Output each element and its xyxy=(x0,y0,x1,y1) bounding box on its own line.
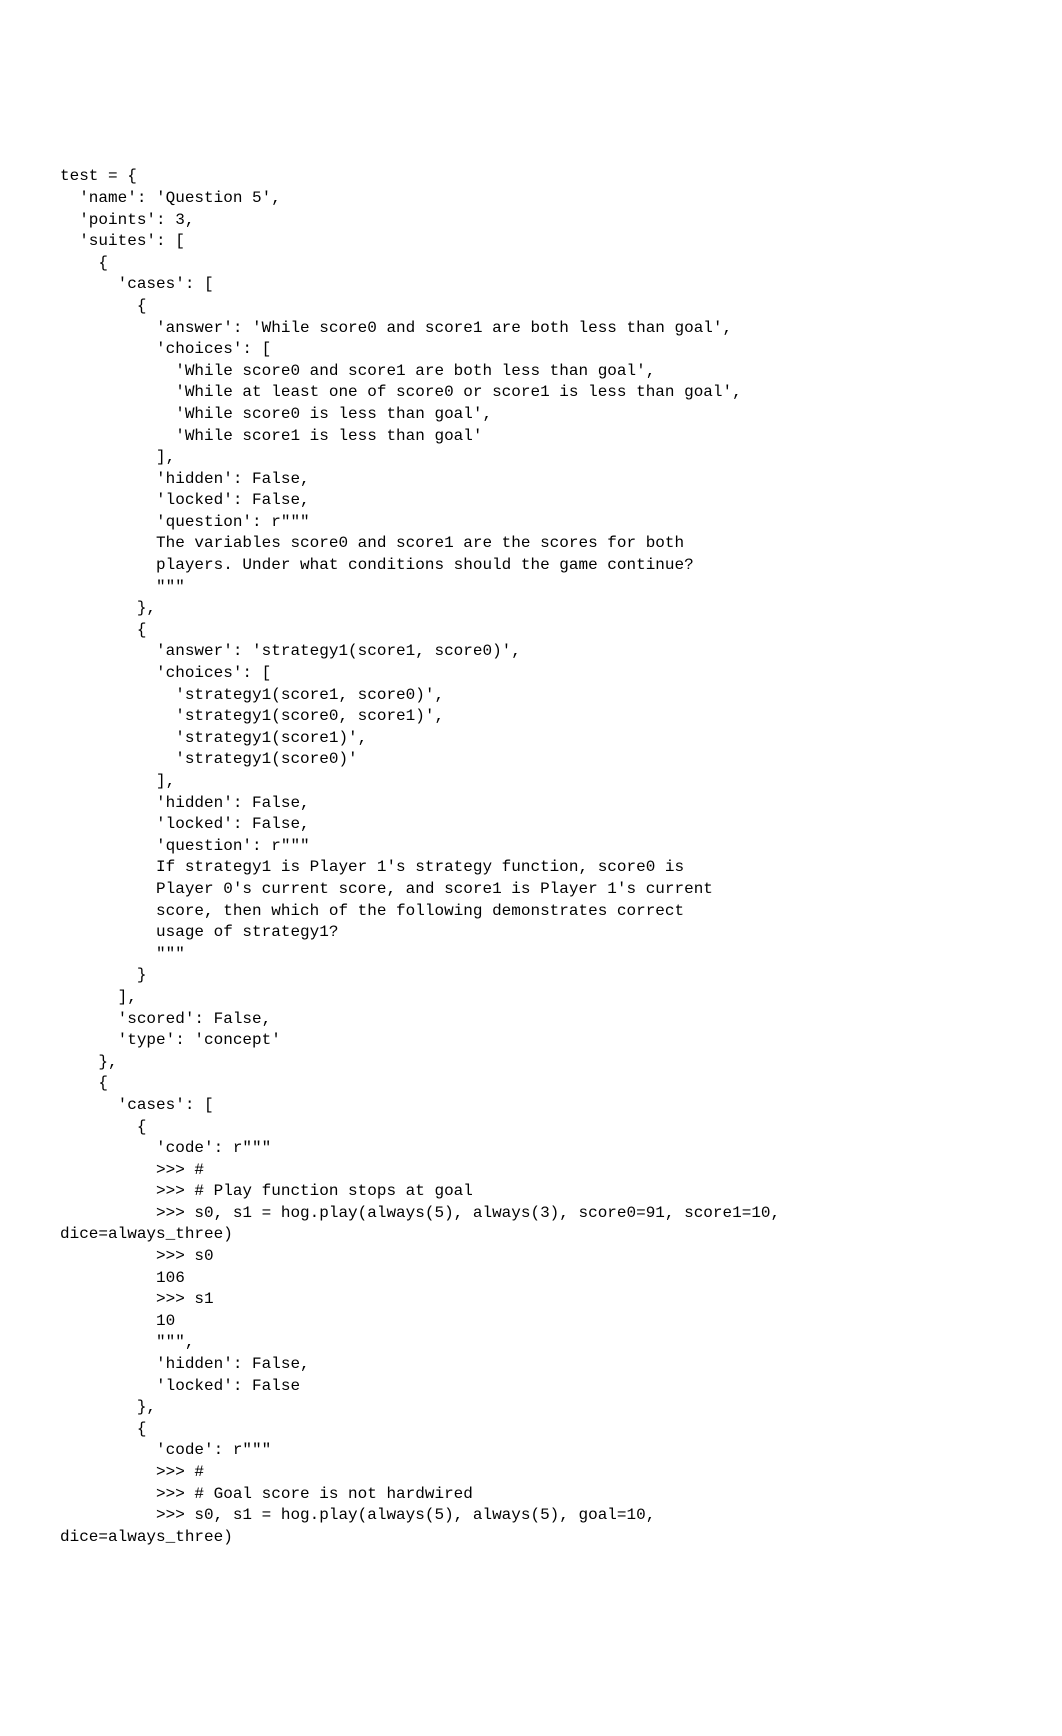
code-line: dice=always_three) xyxy=(60,1225,233,1243)
code-line: ], xyxy=(60,988,137,1006)
code-line: 'locked': False xyxy=(60,1377,300,1395)
code-line: dice=always_three) xyxy=(60,1528,233,1546)
code-line: 'question': r""" xyxy=(60,837,310,855)
code-line: 'locked': False, xyxy=(60,491,310,509)
code-line: 'cases': [ xyxy=(60,275,214,293)
code-line: >>> s0 xyxy=(60,1247,214,1265)
code-line: 'cases': [ xyxy=(60,1096,214,1114)
code-content: test = { 'name': 'Question 5', 'points':… xyxy=(60,166,1002,1548)
code-line: usage of strategy1? xyxy=(60,923,338,941)
code-line: 'answer': 'strategy1(score1, score0)', xyxy=(60,642,521,660)
code-line: The variables score0 and score1 are the … xyxy=(60,534,684,552)
code-line: }, xyxy=(60,1398,156,1416)
code-line: Player 0's current score, and score1 is … xyxy=(60,880,713,898)
code-line: 'strategy1(score1)', xyxy=(60,729,367,747)
code-line: 'type': 'concept' xyxy=(60,1031,281,1049)
code-line: 'question': r""" xyxy=(60,513,310,531)
code-line: 'name': 'Question 5', xyxy=(60,189,281,207)
code-line: 'While score0 and score1 are both less t… xyxy=(60,362,655,380)
code-line: If strategy1 is Player 1's strategy func… xyxy=(60,858,684,876)
code-line: { xyxy=(60,621,146,639)
code-line: 'strategy1(score0)' xyxy=(60,750,358,768)
code-line: """, xyxy=(60,1333,194,1351)
code-line: 'suites': [ xyxy=(60,232,185,250)
code-line: score, then which of the following demon… xyxy=(60,902,684,920)
code-line: 'answer': 'While score0 and score1 are b… xyxy=(60,319,732,337)
code-line: { xyxy=(60,297,146,315)
code-line: ], xyxy=(60,772,175,790)
code-line: 'points': 3, xyxy=(60,211,194,229)
code-line: """ xyxy=(60,578,185,596)
code-line: 'hidden': False, xyxy=(60,470,310,488)
code-line: 'hidden': False, xyxy=(60,794,310,812)
code-line: { xyxy=(60,1074,108,1092)
code-line: >>> # Goal score is not hardwired xyxy=(60,1485,473,1503)
code-line: 106 xyxy=(60,1269,185,1287)
code-line: 'code': r""" xyxy=(60,1139,271,1157)
code-line: >>> # Play function stops at goal xyxy=(60,1182,473,1200)
code-line: >>> # xyxy=(60,1161,204,1179)
code-line: """ xyxy=(60,945,185,963)
code-line: >>> s0, s1 = hog.play(always(5), always(… xyxy=(60,1204,780,1222)
code-line: 'While at least one of score0 or score1 … xyxy=(60,383,742,401)
code-line: }, xyxy=(60,599,156,617)
code-line: 'scored': False, xyxy=(60,1010,271,1028)
code-line: { xyxy=(60,254,108,272)
code-line: test = { xyxy=(60,167,137,185)
code-line: } xyxy=(60,966,146,984)
code-line: { xyxy=(60,1118,146,1136)
code-line: 'code': r""" xyxy=(60,1441,271,1459)
code-line: >>> s0, s1 = hog.play(always(5), always(… xyxy=(60,1506,655,1524)
code-line: 'strategy1(score1, score0)', xyxy=(60,686,444,704)
code-line: 'While score0 is less than goal', xyxy=(60,405,492,423)
code-line: 'locked': False, xyxy=(60,815,310,833)
code-line: 'choices': [ xyxy=(60,664,271,682)
code-line: 'While score1 is less than goal' xyxy=(60,427,482,445)
code-line: >>> # xyxy=(60,1463,204,1481)
code-line: >>> s1 xyxy=(60,1290,214,1308)
code-line: 'hidden': False, xyxy=(60,1355,310,1373)
code-line: { xyxy=(60,1420,146,1438)
code-line: players. Under what conditions should th… xyxy=(60,556,694,574)
code-line: 'choices': [ xyxy=(60,340,271,358)
code-line: }, xyxy=(60,1053,118,1071)
code-line: 'strategy1(score0, score1)', xyxy=(60,707,444,725)
code-line: ], xyxy=(60,448,175,466)
code-line: 10 xyxy=(60,1312,175,1330)
